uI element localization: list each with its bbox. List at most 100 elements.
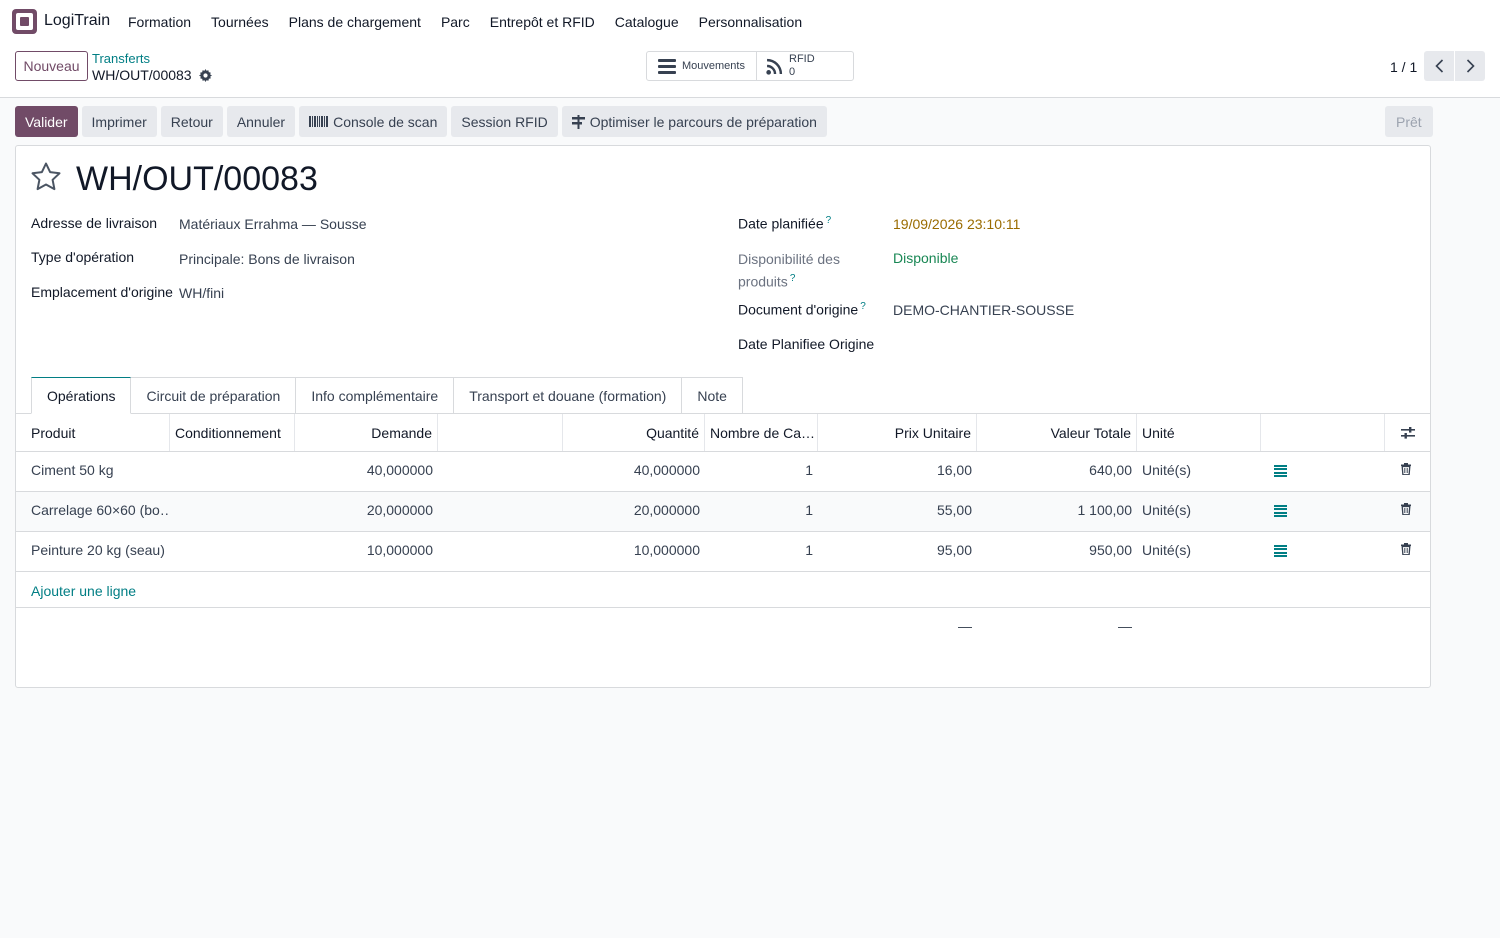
detailed-operations-button[interactable]	[1269, 492, 1299, 531]
detailed-operations-button[interactable]	[1269, 532, 1299, 571]
tab-operations[interactable]: Opérations	[31, 377, 132, 414]
cell-demand[interactable]: 20,000000	[295, 492, 438, 531]
scheduled-date-value[interactable]: 19/09/2026 23:10:11	[893, 216, 1020, 232]
gear-icon[interactable]	[198, 68, 212, 82]
column-header-total-value[interactable]: Valeur Totale	[977, 414, 1137, 451]
column-header-uom[interactable]: Unité	[1137, 414, 1261, 451]
menu-item-formation[interactable]: Formation	[128, 14, 191, 30]
sliders-icon	[1400, 426, 1415, 439]
cell-packages[interactable]: 1	[705, 492, 818, 531]
footer-total-value-sum: —	[1118, 618, 1132, 634]
column-header-packages[interactable]: Nombre de Ca…	[705, 414, 818, 451]
delivery-address-label: Adresse de livraison	[31, 215, 158, 231]
optional-columns-toggle[interactable]	[1385, 414, 1430, 451]
optimize-route-label: Optimiser le parcours de préparation	[589, 113, 817, 130]
menu-item-entrepot-rfid[interactable]: Entrepôt et RFID	[490, 14, 595, 30]
cell-packages[interactable]: 1	[705, 532, 818, 571]
cell-uom[interactable]: Unité(s)	[1137, 532, 1261, 571]
tab-note[interactable]: Note	[682, 377, 743, 414]
delete-row-button[interactable]	[1391, 452, 1421, 491]
movements-smart-button[interactable]: Mouvements	[646, 51, 757, 81]
cell-demand[interactable]: 10,000000	[295, 532, 438, 571]
list-detail-icon	[1274, 505, 1287, 517]
pager-next-button[interactable]	[1455, 51, 1485, 81]
operations-table: Produit Conditionnement Demande Quantité…	[16, 413, 1430, 572]
print-button[interactable]: Imprimer	[81, 106, 157, 137]
cell-demand[interactable]: 40,000000	[295, 452, 438, 491]
delete-row-button[interactable]	[1391, 532, 1421, 571]
pager-value[interactable]: 1 / 1	[1390, 59, 1417, 75]
footer-unit-price-sum: —	[958, 618, 972, 634]
column-header-unit-price[interactable]: Prix Unitaire	[818, 414, 977, 451]
column-header-packaging[interactable]: Conditionnement	[170, 414, 295, 451]
cancel-button[interactable]: Annuler	[226, 106, 296, 137]
list-icon	[658, 56, 676, 77]
add-line-link[interactable]: Ajouter une ligne	[31, 583, 136, 599]
cell-quantity[interactable]: 40,000000	[563, 452, 705, 491]
cell-product[interactable]: Carrelage 60×60 (bo…	[16, 492, 170, 531]
table-row[interactable]: Peinture 20 kg (seau) 10,000000 10,00000…	[16, 532, 1430, 572]
column-header-quantity[interactable]: Quantité	[563, 414, 705, 451]
operation-type-value[interactable]: Principale: Bons de livraison	[179, 251, 355, 267]
menu-item-personnalisation[interactable]: Personnalisation	[699, 14, 803, 30]
new-button[interactable]: Nouveau	[15, 51, 88, 81]
scheduled-date-label: Date planifiée?	[738, 215, 831, 232]
trash-icon	[1401, 463, 1411, 475]
form-action-bar: Valider Imprimer Retour Annuler Console …	[15, 106, 827, 137]
column-header-demand[interactable]: Demande	[295, 414, 438, 451]
validate-button[interactable]: Valider	[15, 106, 78, 137]
breadcrumb-parent-link[interactable]: Transferts	[92, 51, 150, 66]
cell-unit-price[interactable]: 95,00	[818, 532, 977, 571]
pager-previous-button[interactable]	[1424, 51, 1454, 81]
table-row[interactable]: Ciment 50 kg 40,000000 40,000000 1 16,00…	[16, 452, 1430, 492]
cell-product[interactable]: Peinture 20 kg (seau)	[16, 532, 170, 571]
menu-item-tournees[interactable]: Tournées	[211, 14, 269, 30]
cell-uom[interactable]: Unité(s)	[1137, 452, 1261, 491]
cell-unit-price[interactable]: 55,00	[818, 492, 977, 531]
rfid-session-button[interactable]: Session RFID	[451, 106, 558, 137]
cell-uom[interactable]: Unité(s)	[1137, 492, 1261, 531]
scheduled-date-label-text: Date planifiée	[738, 215, 824, 232]
app-name[interactable]: LogiTrain	[44, 12, 110, 30]
rfid-smart-button[interactable]: RFID 0	[756, 51, 854, 81]
availability-label: Disponibilité des produits?	[738, 249, 840, 292]
movements-label: Mouvements	[682, 60, 745, 72]
rfid-label: RFID	[789, 53, 815, 65]
breadcrumb-current: WH/OUT/00083	[92, 67, 212, 83]
menu-item-parc[interactable]: Parc	[441, 14, 470, 30]
app-logo-icon[interactable]	[12, 9, 37, 34]
origin-document-value[interactable]: DEMO-CHANTIER-SOUSSE	[893, 302, 1074, 318]
star-icon[interactable]	[30, 161, 62, 193]
breadcrumb-current-label: WH/OUT/00083	[92, 67, 192, 83]
cell-unit-price[interactable]: 16,00	[818, 452, 977, 491]
tab-additional-info[interactable]: Info complémentaire	[296, 377, 455, 414]
scan-console-button[interactable]: Console de scan	[299, 106, 448, 137]
optimize-route-button[interactable]: Optimiser le parcours de préparation	[561, 106, 827, 137]
delete-row-button[interactable]	[1391, 492, 1421, 531]
table-row[interactable]: Carrelage 60×60 (bo… 20,000000 20,000000…	[16, 492, 1430, 532]
status-badge: Prêt	[1385, 106, 1433, 137]
return-button[interactable]: Retour	[160, 106, 223, 137]
trash-icon	[1401, 543, 1411, 555]
chevron-left-icon	[1434, 59, 1443, 73]
availability-value: Disponible	[893, 250, 959, 266]
column-header-product[interactable]: Produit	[16, 414, 170, 451]
cell-quantity[interactable]: 20,000000	[563, 492, 705, 531]
detailed-operations-button[interactable]	[1269, 452, 1299, 491]
help-icon[interactable]: ?	[826, 215, 832, 226]
menu-item-plans-chargement[interactable]: Plans de chargement	[289, 14, 421, 30]
tab-preparation-circuit[interactable]: Circuit de préparation	[131, 377, 297, 414]
source-location-value[interactable]: WH/fini	[179, 285, 224, 301]
cell-packages[interactable]: 1	[705, 452, 818, 491]
cell-quantity[interactable]: 10,000000	[563, 532, 705, 571]
help-icon[interactable]: ?	[790, 273, 796, 284]
cell-product[interactable]: Ciment 50 kg	[16, 452, 170, 491]
tab-transport-customs[interactable]: Transport et douane (formation)	[454, 377, 683, 414]
table-header-row: Produit Conditionnement Demande Quantité…	[16, 414, 1430, 452]
menu-item-catalogue[interactable]: Catalogue	[615, 14, 679, 30]
top-navbar: LogiTrain Formation Tournées Plans de ch…	[0, 0, 1500, 43]
source-location-label: Emplacement d'origine	[31, 284, 173, 300]
help-icon[interactable]: ?	[860, 301, 866, 312]
delivery-address-value[interactable]: Matériaux Errahma — Sousse	[179, 216, 367, 232]
notebook-tabs: Opérations Circuit de préparation Info c…	[31, 377, 743, 414]
